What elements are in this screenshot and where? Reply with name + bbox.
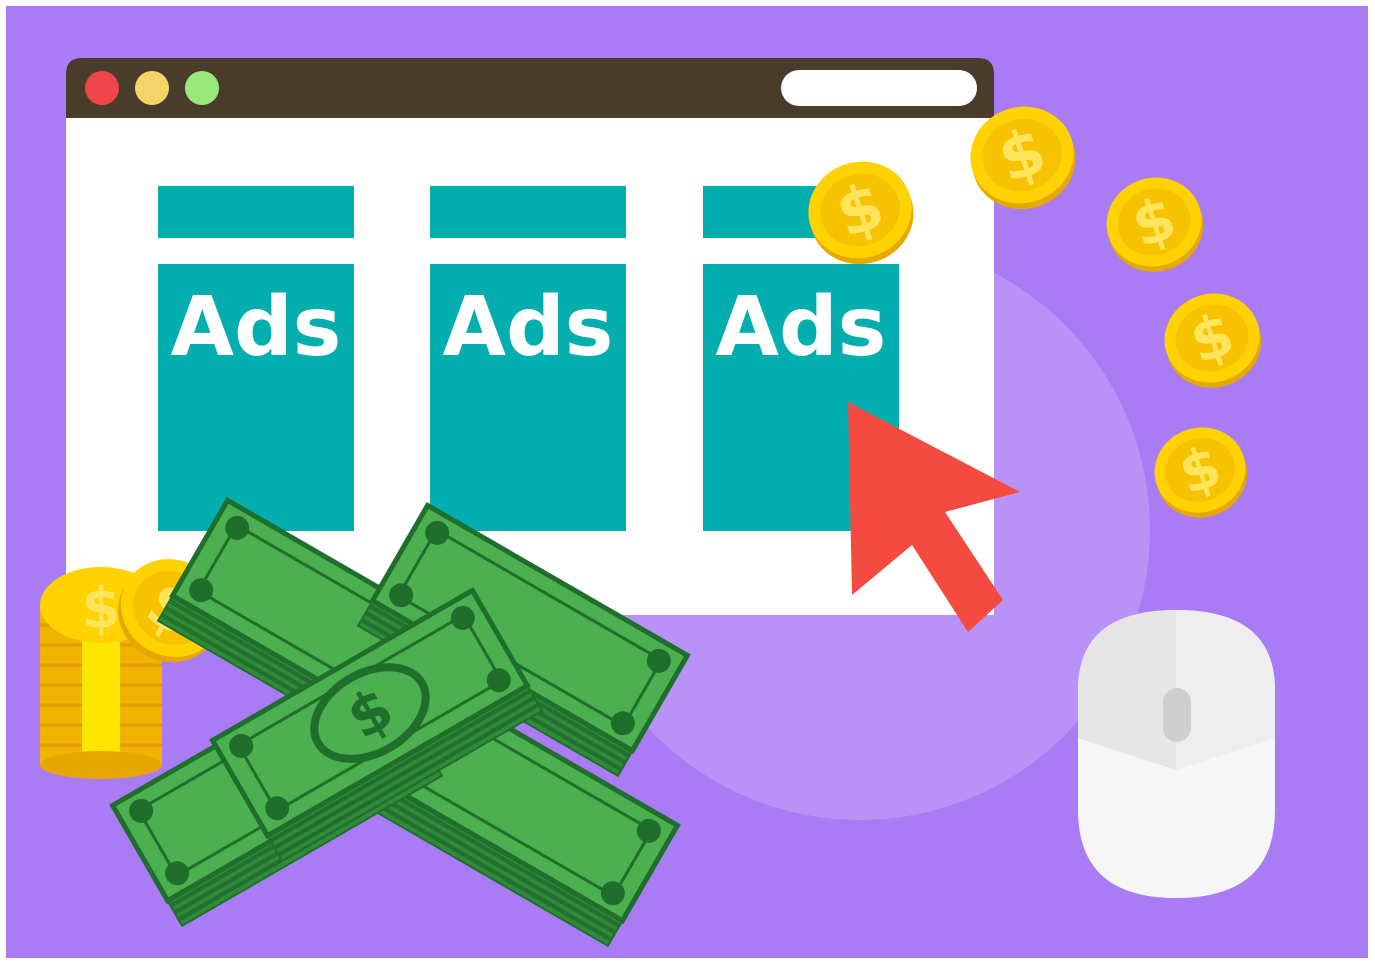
ad-header-bar	[430, 186, 626, 238]
svg-text:$: $	[82, 576, 121, 641]
ad-header-bar	[158, 186, 354, 238]
ad-card[interactable]: Ads	[430, 186, 626, 531]
ad-label: Ads	[171, 280, 342, 375]
window-maximize-button[interactable]	[185, 71, 219, 105]
ads-illustration: $	[0, 0, 1375, 964]
ad-label: Ads	[716, 280, 887, 375]
window-close-button[interactable]	[85, 71, 119, 105]
ad-card[interactable]: Ads	[158, 186, 354, 531]
computer-mouse-icon	[1078, 610, 1275, 898]
window-minimize-button[interactable]	[135, 71, 169, 105]
scroll-wheel	[1163, 688, 1191, 742]
address-bar[interactable]	[781, 70, 977, 106]
ad-label: Ads	[443, 280, 614, 375]
